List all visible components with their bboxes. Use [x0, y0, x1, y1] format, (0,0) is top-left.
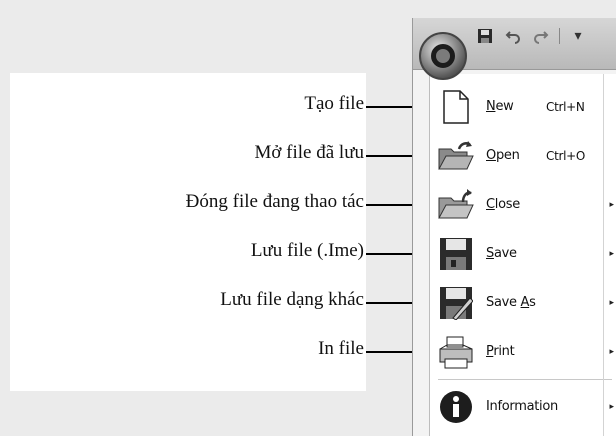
menu-item-information[interactable]: Information ▸ [430, 382, 616, 431]
menu-divider [438, 379, 612, 380]
shortcut-new: Ctrl+N [546, 99, 585, 114]
save-icon[interactable] [475, 26, 495, 46]
menu-item-print[interactable]: Print ▸ [430, 327, 616, 376]
callout-label-saveas: Lưu file dạng khác [220, 289, 364, 310]
callout-label-save: Lưu file (.Ime) [250, 240, 364, 261]
menu-label-close: Close [486, 197, 520, 212]
office-window: ▾ New Ctrl+N Open Ctrl+O Close ▸ Save ▸ … [412, 18, 616, 436]
callout-label-close: Đóng file đang thao tác [185, 191, 364, 212]
toolbar-separator [559, 28, 560, 44]
menu-label-open: Open [486, 148, 520, 163]
callout-label-print: In file [318, 338, 364, 359]
menu-item-save[interactable]: Save ▸ [430, 229, 616, 278]
callout-label-new: Tạo file [304, 93, 364, 114]
menu-label-information: Information [486, 399, 558, 414]
submenu-arrow-icon: ▸ [609, 346, 614, 357]
callout-label-open: Mở file đã lưu [254, 142, 364, 163]
undo-icon[interactable] [503, 26, 523, 46]
new-document-icon [436, 87, 476, 127]
shortcut-open: Ctrl+O [546, 148, 586, 163]
menu-label-print: Print [486, 344, 515, 359]
callout-panel [10, 73, 366, 391]
submenu-arrow-icon: ▸ [609, 248, 614, 259]
menu-label-save-as: Save As [486, 295, 536, 310]
menu-column-separator [603, 74, 604, 436]
redo-icon[interactable] [531, 26, 551, 46]
quick-access-toolbar: ▾ [475, 26, 588, 46]
close-folder-icon [436, 185, 476, 225]
office-menu: New Ctrl+N Open Ctrl+O Close ▸ Save ▸ Sa… [429, 74, 616, 436]
menu-item-save-as[interactable]: Save As ▸ [430, 278, 616, 327]
information-icon [436, 387, 476, 427]
submenu-arrow-icon: ▸ [609, 297, 614, 308]
customize-toolbar-button[interactable]: ▾ [568, 26, 588, 46]
submenu-arrow-icon: ▸ [609, 401, 614, 412]
menu-item-new[interactable]: New Ctrl+N [430, 82, 616, 131]
save-disk-icon [436, 234, 476, 274]
printer-icon [436, 332, 476, 372]
office-orb-icon[interactable] [419, 32, 467, 80]
open-folder-icon [436, 136, 476, 176]
menu-item-close[interactable]: Close ▸ [430, 180, 616, 229]
submenu-arrow-icon: ▸ [609, 199, 614, 210]
menu-label-new: New [486, 99, 514, 114]
menu-item-open[interactable]: Open Ctrl+O [430, 131, 616, 180]
save-as-icon [436, 283, 476, 323]
menu-label-save: Save [486, 246, 517, 261]
